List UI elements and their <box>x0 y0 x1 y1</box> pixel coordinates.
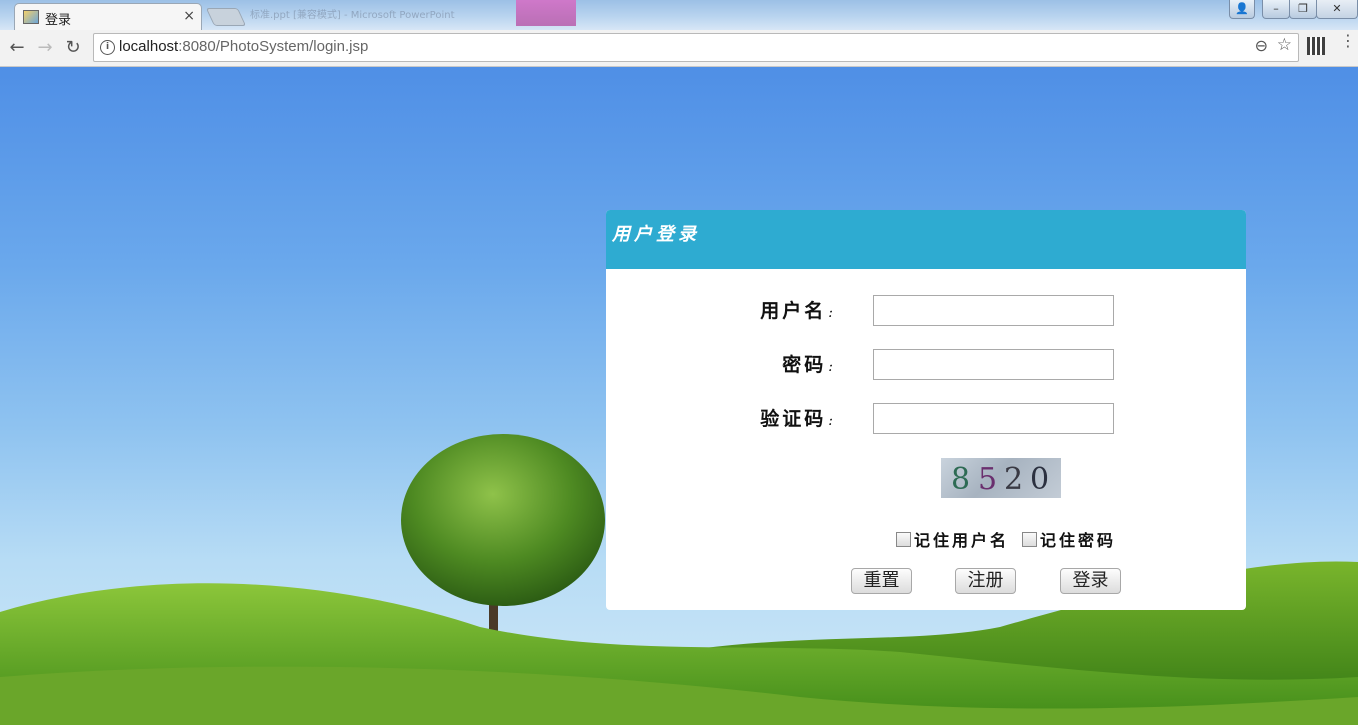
remember-password-checkbox[interactable] <box>1022 532 1037 547</box>
url-text[interactable]: localhost:8080/PhotoSystem/login.jsp <box>119 38 368 55</box>
remember-password-label: 记住密码 <box>1040 531 1117 550</box>
browser-toolbar: ← → ↻ i localhost:8080/PhotoSystem/login… <box>0 30 1358 67</box>
maximize-button[interactable]: ❐ <box>1289 0 1317 19</box>
login-page-background: 用户登录 用户名: 密码: 验证码: 8 5 2 0 记住用户名 记住密码 重置… <box>0 67 1358 725</box>
remember-username-checkbox[interactable] <box>896 532 911 547</box>
tab-close-icon[interactable]: × <box>183 8 195 24</box>
tree-crown <box>401 434 605 606</box>
reload-icon[interactable]: ↻ <box>62 37 84 59</box>
captcha-digit: 8 <box>951 462 971 497</box>
username-input[interactable] <box>873 295 1114 326</box>
window-titlebar: 登录 × 标准.ppt [兼容模式] - Microsoft PowerPoin… <box>0 0 1358 31</box>
forward-arrow-icon[interactable]: → <box>34 37 56 59</box>
captcha-label: 验证码: <box>760 408 836 430</box>
login-panel-title: 用户登录 <box>612 224 700 245</box>
background-window-title: 标准.ppt [兼容模式] - Microsoft PowerPoint <box>250 10 455 21</box>
password-label: 密码: <box>782 354 836 376</box>
login-panel: 用户登录 用户名: 密码: 验证码: 8 5 2 0 记住用户名 记住密码 重置… <box>606 210 1246 610</box>
bookmark-star-icon[interactable]: ☆ <box>1277 35 1292 55</box>
site-info-icon[interactable]: i <box>100 40 115 55</box>
browser-tab-active[interactable]: 登录 × <box>14 3 202 31</box>
zoom-icon[interactable]: ⊖ <box>1255 36 1268 55</box>
minimize-button[interactable]: – <box>1262 0 1290 19</box>
qr-code-extension-icon[interactable] <box>1307 37 1325 55</box>
tab-title: 登录 <box>45 13 72 28</box>
remember-password-option[interactable]: 记住密码 <box>1022 527 1116 551</box>
reset-button[interactable]: 重置 <box>851 568 912 594</box>
address-bar[interactable]: i localhost:8080/PhotoSystem/login.jsp ⊖… <box>93 33 1299 62</box>
username-label: 用户名: <box>760 300 836 322</box>
register-button[interactable]: 注册 <box>955 568 1016 594</box>
login-button[interactable]: 登录 <box>1060 568 1121 594</box>
login-panel-header: 用户登录 <box>606 210 1246 269</box>
close-window-button[interactable]: ✕ <box>1316 0 1358 19</box>
captcha-digit: 2 <box>1004 462 1024 497</box>
captcha-image[interactable]: 8 5 2 0 <box>941 458 1061 498</box>
captcha-input[interactable] <box>873 403 1114 434</box>
new-tab-button[interactable] <box>205 8 247 26</box>
remember-username-label: 记住用户名 <box>914 531 1010 550</box>
page-favicon-icon <box>23 10 39 24</box>
browser-menu-icon[interactable]: ⋮ <box>1340 33 1356 49</box>
remember-username-option[interactable]: 记住用户名 <box>896 527 1009 551</box>
password-input[interactable] <box>873 349 1114 380</box>
background-app-icon <box>516 0 576 26</box>
user-profile-icon[interactable]: 👤 <box>1229 0 1255 19</box>
back-arrow-icon[interactable]: ← <box>6 37 28 59</box>
captcha-digit: 5 <box>978 462 998 497</box>
captcha-digit: 0 <box>1030 462 1050 497</box>
